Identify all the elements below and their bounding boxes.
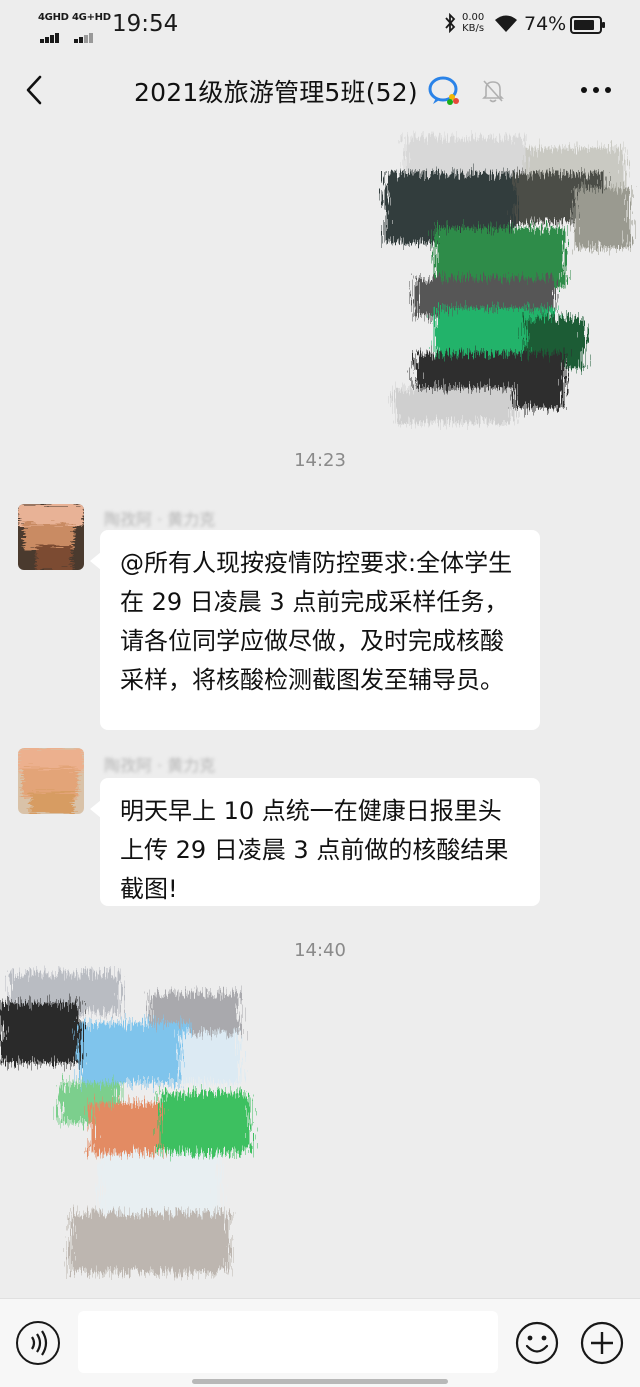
back-button[interactable] [14,70,54,110]
emoji-button[interactable] [515,1321,559,1365]
signal-1: 4GHD [38,12,69,43]
clock: 19:54 [112,11,179,37]
enterprise-chat-icon [428,76,459,105]
signal-bars-icon [40,24,60,43]
network-speed: 0.00 KB/s [462,12,484,34]
avatar[interactable] [18,504,84,570]
network-type-1: 4GHD [38,12,69,23]
chat-title[interactable]: 2021级旅游管理5班(52) [134,73,418,109]
blurred-image-outgoing[interactable] [375,128,640,448]
signal-bars-icon [74,24,94,43]
message-list[interactable]: 14:23 陶孜阿 · 黄力克 @所有人现按疫情防控要求:全体学生在 29 日凌… [0,128,640,1298]
home-indicator[interactable] [192,1379,448,1384]
more-dots-icon [581,87,611,93]
message-text: 明天早上 10 点统一在健康日报里头上传 29 日凌晨 3 点前做的核酸结果截图… [120,797,509,903]
speed-unit: KB/s [462,23,485,34]
plus-icon [580,1321,624,1365]
voice-icon [31,1330,48,1356]
battery-percent: 74% [524,13,567,35]
speed-value: 0.00 [462,12,485,23]
timestamp: 14:23 [294,450,346,471]
message-bubble[interactable]: 明天早上 10 点统一在健康日报里头上传 29 日凌晨 3 点前做的核酸结果截图… [90,778,540,906]
emoji-icon [515,1321,559,1365]
network-type-2: 4G+HD [72,12,111,23]
timestamp: 14:40 [294,940,346,961]
plus-button[interactable] [580,1321,624,1365]
chat-screen: 4GHD 4G+HD 19:54 0.00 KB/s 74% 2021级旅游管理… [0,0,640,1387]
title-wrap: 2021级旅游管理5班(52) [134,74,504,108]
wifi-icon [495,15,517,32]
voice-button[interactable] [16,1321,60,1365]
avatar-image [18,748,84,814]
status-bar: 4GHD 4G+HD 19:54 0.00 KB/s 74% [0,0,640,52]
avatar-image [18,504,84,570]
bell-muted-icon [481,80,504,103]
more-button[interactable] [574,72,618,108]
bluetooth-icon [445,13,456,33]
sender-name: 陶孜阿 · 黄力克 [104,510,216,529]
message-bubble[interactable]: @所有人现按疫情防控要求:全体学生在 29 日凌晨 3 点前完成采样任务，请各位… [90,530,540,730]
avatar[interactable] [18,748,84,814]
blurred-image-incoming[interactable] [0,963,260,1293]
message-text: @所有人现按疫情防控要求:全体学生在 29 日凌晨 3 点前完成采样任务，请各位… [120,549,513,694]
battery-icon [570,16,605,34]
signal-2: 4G+HD [72,12,111,43]
sender-name: 陶孜阿 · 黄力克 [104,756,216,775]
message-input[interactable] [78,1311,498,1373]
input-bar [0,1298,640,1387]
chat-header: 2021级旅游管理5班(52) [0,52,640,128]
chevron-left-icon [26,75,42,105]
